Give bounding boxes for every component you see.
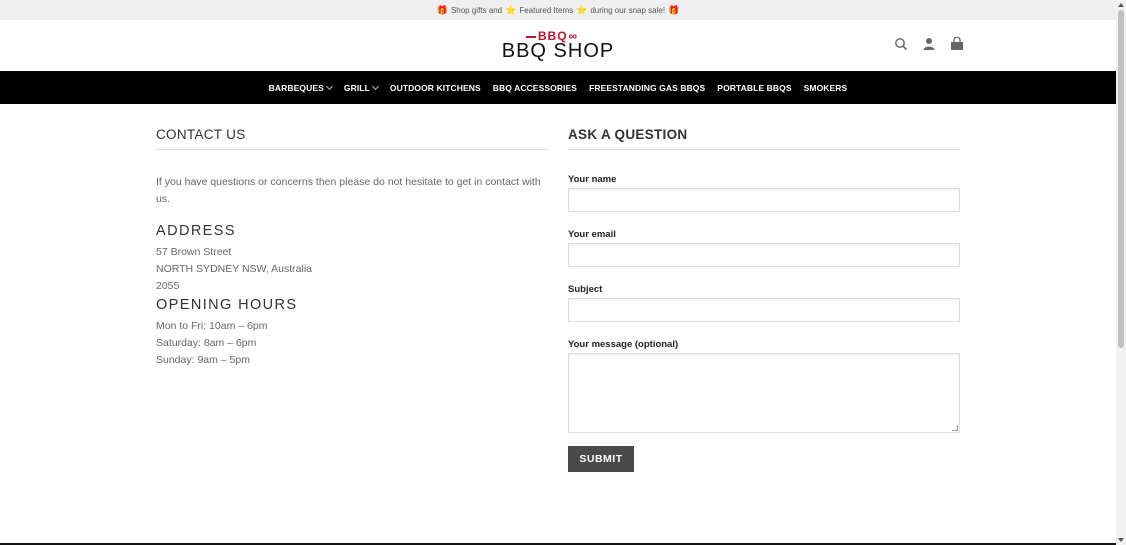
- logo-mark: BBQ: [525, 30, 578, 42]
- address-line: 2055: [156, 280, 180, 292]
- gift-icon: 🎁: [668, 4, 680, 15]
- promo-text: Shop gifts and: [450, 5, 503, 15]
- name-field[interactable]: [568, 188, 960, 212]
- nav-label: OUTDOOR KITCHENS: [389, 82, 481, 93]
- contact-intro: If you have questions or concerns then p…: [156, 176, 541, 205]
- hours-line: Saturday: 8am – 6pm: [156, 337, 257, 349]
- nav-item-freestanding-gas-bbqs[interactable]: FREESTANDING GAS BBQS: [589, 83, 705, 93]
- site-logo[interactable]: BBQ BBQ SHOP: [502, 30, 614, 61]
- promo-text: during our snap sale!: [590, 5, 666, 15]
- opening-hours-heading: OPENING HOURS: [156, 297, 298, 313]
- message-field[interactable]: [568, 353, 960, 433]
- star-icon: ⭐: [576, 4, 588, 15]
- address-line: NORTH SYDNEY NSW, Australia: [156, 263, 312, 275]
- main-nav: BARBEQUES GRILL OUTDOOR KITCHENS BBQ ACC…: [0, 71, 1116, 104]
- message-label: Your message (optional): [568, 339, 679, 350]
- cart-icon[interactable]: [950, 36, 964, 51]
- nav-label: PORTABLE BBQS: [717, 82, 792, 93]
- scroll-up-icon[interactable]: [1118, 3, 1124, 7]
- nav-label: FREESTANDING GAS BBQS: [589, 82, 706, 93]
- nav-label: SMOKERS: [803, 82, 848, 93]
- star-icon: ⭐: [505, 4, 517, 15]
- scroll-down-icon[interactable]: [1118, 538, 1124, 542]
- nav-item-bbq-accessories[interactable]: BBQ ACCESSORIES: [493, 83, 577, 93]
- promo-link-featured[interactable]: Featured Items: [519, 6, 573, 15]
- opening-hours-block: Mon to Fri: 10am – 6pm Saturday: 8am – 6…: [156, 318, 548, 369]
- chevron-down-icon: [325, 82, 333, 90]
- contact-column: CONTACT US If you have questions or conc…: [156, 104, 548, 369]
- search-icon[interactable]: [894, 37, 908, 51]
- address-block: 57 Brown Street NORTH SYDNEY NSW, Austra…: [156, 244, 548, 295]
- form-title: ASK A QUESTION: [568, 104, 960, 150]
- nav-item-barbeques[interactable]: BARBEQUES: [268, 82, 333, 93]
- hours-line: Mon to Fri: 10am – 6pm: [156, 320, 268, 332]
- nav-item-outdoor-kitchens[interactable]: OUTDOOR KITCHENS: [390, 83, 481, 93]
- nav-label: BBQ ACCESSORIES: [492, 82, 578, 93]
- subject-label: Subject: [568, 284, 603, 295]
- page: 🎁 Shop gifts and ⭐ Featured Items ⭐ duri…: [0, 0, 1116, 545]
- nav-item-grill[interactable]: GRILL: [343, 82, 379, 93]
- chevron-down-icon: [371, 82, 379, 90]
- nav-item-smokers[interactable]: SMOKERS: [804, 83, 848, 93]
- address-heading: ADDRESS: [156, 223, 236, 239]
- site-header: BBQ BBQ SHOP: [0, 20, 1116, 71]
- promo-bar: 🎁 Shop gifts and ⭐ Featured Items ⭐ duri…: [0, 0, 1116, 20]
- email-label: Your email: [568, 229, 616, 240]
- logo-wordmark: BBQ SHOP: [501, 40, 615, 62]
- scrollbar-thumb[interactable]: [1118, 10, 1124, 348]
- header-actions: [894, 36, 964, 51]
- nav-item-portable-bbqs[interactable]: PORTABLE BBQS: [717, 83, 791, 93]
- gift-icon: 🎁: [436, 4, 448, 15]
- contact-title: CONTACT US: [156, 104, 548, 150]
- account-icon[interactable]: [922, 37, 936, 51]
- nav-label: GRILL: [343, 82, 370, 93]
- submit-button[interactable]: SUBMIT: [568, 446, 634, 472]
- subject-field[interactable]: [568, 298, 960, 322]
- hours-line: Sunday: 9am – 5pm: [156, 354, 250, 366]
- page-scrollbar[interactable]: [1116, 0, 1126, 545]
- address-line: 57 Brown Street: [156, 246, 232, 258]
- resize-handle-icon[interactable]: [952, 425, 958, 431]
- name-label: Your name: [568, 174, 617, 185]
- email-field[interactable]: [568, 243, 960, 267]
- nav-label: BARBEQUES: [268, 82, 324, 93]
- question-form: ASK A QUESTION Your name Your email Subj…: [568, 104, 960, 472]
